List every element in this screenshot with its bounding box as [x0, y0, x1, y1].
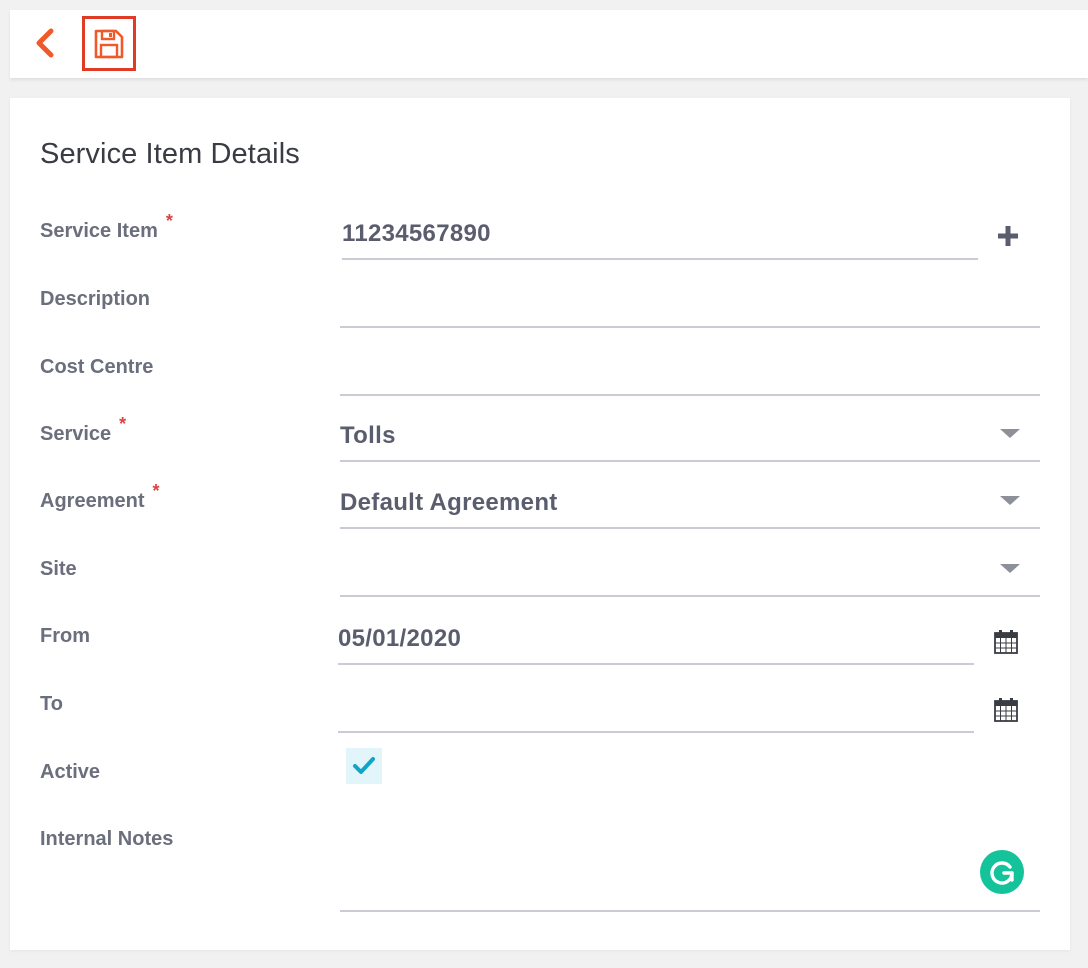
internal-notes-textarea[interactable]: [340, 830, 1040, 912]
dropdown-caret-icon: [1000, 564, 1020, 573]
service-item-label: Service Item *: [40, 211, 173, 242]
calendar-icon: [994, 630, 1018, 654]
site-select[interactable]: [340, 557, 1040, 597]
required-marker: *: [165, 211, 173, 231]
floppy-disk-icon: [94, 29, 124, 58]
page-title: Service Item Details: [40, 138, 300, 170]
add-service-item-button[interactable]: [996, 224, 1020, 248]
description-input[interactable]: [340, 288, 1040, 328]
site-label: Site: [40, 558, 77, 580]
service-select[interactable]: Tolls: [340, 422, 1040, 462]
grammarly-button[interactable]: [980, 850, 1024, 894]
description-label: Description: [40, 288, 151, 310]
service-item-input[interactable]: 11234567890: [342, 220, 978, 260]
grammarly-icon: [990, 861, 1014, 885]
internal-notes-label: Internal Notes: [40, 828, 174, 850]
toolbar: [10, 10, 1088, 78]
required-marker: *: [152, 481, 160, 501]
service-item-details-card: Service Item Details Service Item * 11234…: [10, 98, 1070, 950]
agreement-select[interactable]: Default Agreement: [340, 489, 1040, 529]
plus-icon: [998, 226, 1018, 246]
from-calendar-button[interactable]: [992, 628, 1020, 656]
active-label: Active: [40, 761, 101, 783]
from-label: From: [40, 625, 90, 647]
required-marker: *: [119, 414, 127, 434]
to-label: To: [40, 693, 63, 715]
service-label: Service *: [40, 414, 127, 445]
calendar-icon: [994, 698, 1018, 722]
agreement-label: Agreement *: [40, 481, 160, 512]
from-date-input[interactable]: 05/01/2020: [338, 625, 974, 665]
dropdown-caret-icon: [1000, 496, 1020, 505]
dropdown-caret-icon: [1000, 429, 1020, 438]
back-button[interactable]: [32, 26, 58, 60]
cost-centre-label: Cost Centre: [40, 356, 154, 378]
to-calendar-button[interactable]: [992, 696, 1020, 724]
checkmark-icon: [353, 757, 375, 774]
active-checkbox[interactable]: [346, 748, 382, 784]
save-button[interactable]: [82, 16, 136, 71]
to-date-input[interactable]: [338, 693, 974, 733]
cost-centre-input[interactable]: [340, 356, 1040, 396]
chevron-left-icon: [36, 28, 54, 58]
